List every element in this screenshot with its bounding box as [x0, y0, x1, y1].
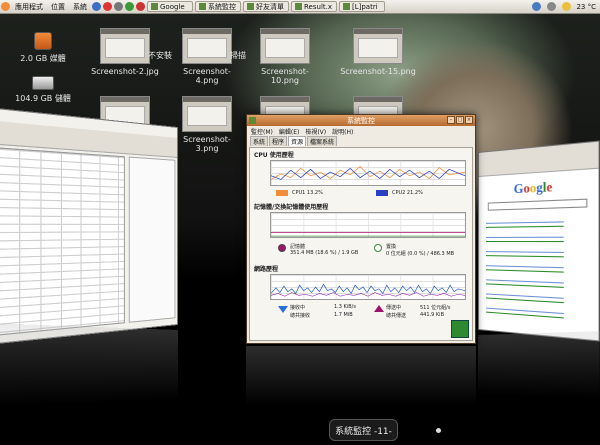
cpu2-label: CPU2 21.2% — [392, 190, 423, 196]
ubuntu-logo-icon[interactable] — [1, 2, 10, 11]
launcher-icon[interactable] — [103, 2, 112, 11]
taskbar-item-buddy-list[interactable]: 好友清單 — [243, 1, 289, 12]
total-received-value: 1.7 MiB — [334, 312, 353, 318]
network-activity-icon — [451, 320, 469, 338]
menu-monitor[interactable]: 監控(M) — [251, 127, 273, 136]
total-sent-value: 441.9 KiB — [420, 312, 444, 318]
receiving-rate: 1.3 KiB/s — [334, 304, 356, 310]
search-results — [486, 215, 564, 328]
app-icon — [249, 117, 256, 124]
menu-system[interactable]: 系統 — [69, 2, 91, 12]
minimize-icon[interactable]: – — [447, 116, 455, 124]
window-title: 系統監控 — [347, 116, 375, 126]
menu-view[interactable]: 檢視(V) — [305, 127, 326, 136]
volume-tray-icon[interactable] — [547, 2, 556, 11]
menu-applications[interactable]: 應用程式 — [11, 2, 47, 12]
search-box — [488, 199, 588, 211]
switcher-window-browser[interactable]: Google — [478, 140, 600, 341]
upload-arrow-icon — [374, 305, 384, 312]
network-graph — [270, 274, 466, 300]
tab-filesystems[interactable]: 檔案系統 — [307, 136, 337, 146]
menu-places[interactable]: 位置 — [47, 2, 69, 12]
taskbar-item-google[interactable]: Google — [147, 1, 193, 12]
top-panel: 應用程式 位置 系統 Google 系統監控 好友清單 Result.x [L]… — [0, 0, 600, 14]
cpu2-color-swatch[interactable] — [376, 190, 388, 196]
switcher-window-spreadsheet[interactable] — [0, 107, 178, 345]
swap-value: 0 位元組 (0.0 %) / 486.3 MB — [386, 250, 454, 257]
memory-history-title: 記憶體/交換記憶體使用歷程 — [254, 202, 328, 211]
cpu1-label: CPU1 13.2% — [292, 190, 323, 196]
image-thumbnail-icon — [182, 96, 232, 132]
window-icon — [295, 3, 302, 10]
cpu-history-title: CPU 使用歷程 — [254, 150, 294, 159]
window-icon — [199, 3, 206, 10]
close-icon[interactable]: × — [465, 116, 473, 124]
image-thumbnail-icon — [353, 28, 403, 64]
firefox-launcher-icon[interactable] — [92, 2, 101, 11]
memory-graph — [270, 212, 466, 238]
desktop-icon-media-drive[interactable]: 2.0 GB 媒體 — [8, 32, 78, 64]
launcher-icon[interactable] — [125, 2, 134, 11]
taskbar-item-system-monitor[interactable]: 系統監控 — [195, 1, 241, 12]
tab-processes[interactable]: 程序 — [269, 136, 287, 146]
tab-system[interactable]: 系統 — [250, 136, 268, 146]
memory-pie-icon[interactable] — [278, 244, 286, 252]
memory-graph-lines — [271, 213, 465, 237]
tab-bar: 系統 程序 資源 檔案系統 — [247, 136, 475, 146]
cpu1-color-swatch[interactable] — [276, 190, 288, 196]
spreadsheet-grid — [0, 147, 125, 336]
menu-edit[interactable]: 編輯(E) — [279, 127, 299, 136]
window-controls: – □ × — [447, 116, 473, 124]
sending-label: 傳送中 — [386, 304, 401, 311]
desktop-icon-screenshot-10[interactable]: Screenshot-10.png — [250, 28, 320, 85]
tab-resources[interactable]: 資源 — [288, 136, 306, 146]
receiving-label: 接收中 — [290, 304, 305, 311]
memory-value: 351.4 MB (18.6 %) / 1.9 GB — [290, 250, 358, 256]
window-titlebar[interactable]: 系統監控 – □ × — [247, 115, 475, 126]
window-reflection — [478, 331, 600, 399]
desktop-icon-drive[interactable]: 104.9 GB 儲體 — [8, 76, 78, 104]
system-monitor-window[interactable]: 系統監控 – □ × 監控(M) 編輯(E) 檢視(V) 說明(H) 系統 程序… — [246, 114, 476, 344]
panel-tray: 23 °C — [531, 2, 600, 11]
network-history-title: 網路歷程 — [254, 264, 278, 273]
window-icon — [343, 3, 350, 10]
swap-pie-icon[interactable] — [374, 244, 382, 252]
window-reflection — [0, 323, 178, 407]
window-icon — [247, 3, 254, 10]
launcher-icon[interactable] — [136, 2, 145, 11]
cpu-graph-lines — [271, 161, 465, 185]
cpu-graph — [270, 160, 466, 186]
temperature: 23 °C — [576, 3, 596, 11]
sending-rate: 511 位元組/s — [420, 304, 450, 311]
window-switcher-label: 系統監控 -11- — [329, 419, 398, 441]
launcher-icon[interactable] — [114, 2, 123, 11]
image-thumbnail-icon — [260, 28, 310, 64]
network-tray-icon[interactable] — [532, 2, 541, 11]
taskbar-item-result[interactable]: Result.x — [291, 1, 337, 12]
network-graph-lines — [271, 275, 465, 299]
switcher-indicator-dot — [436, 428, 441, 433]
desktop-icon-screenshot-3[interactable]: Screenshot-3.png — [172, 96, 242, 153]
download-arrow-icon — [278, 306, 288, 313]
side-panel — [129, 157, 176, 323]
memory-label: 記憶體 — [290, 243, 305, 250]
window-reflection — [246, 346, 476, 406]
resources-panel: CPU 使用歷程 CPU1 13.2% CPU2 21.2% 記憶體/交換記憶體… — [249, 147, 473, 341]
google-logo-icon: Google — [514, 178, 553, 197]
total-received-label: 總共接收 — [290, 312, 310, 319]
swap-label: 置換 — [386, 243, 396, 250]
menubar: 監控(M) 編輯(E) 檢視(V) 說明(H) — [247, 126, 475, 136]
window-icon — [151, 3, 158, 10]
drive-icon — [32, 76, 54, 90]
total-sent-label: 總共傳送 — [386, 312, 406, 319]
maximize-icon[interactable]: □ — [456, 116, 464, 124]
drive-icon — [34, 32, 52, 50]
taskbar-item-patri[interactable]: [L]patri — [339, 1, 385, 12]
desktop-icon-screenshot-15[interactable]: Screenshot-15.png — [338, 28, 418, 76]
weather-icon[interactable] — [562, 2, 571, 11]
menu-help[interactable]: 說明(H) — [332, 127, 353, 136]
